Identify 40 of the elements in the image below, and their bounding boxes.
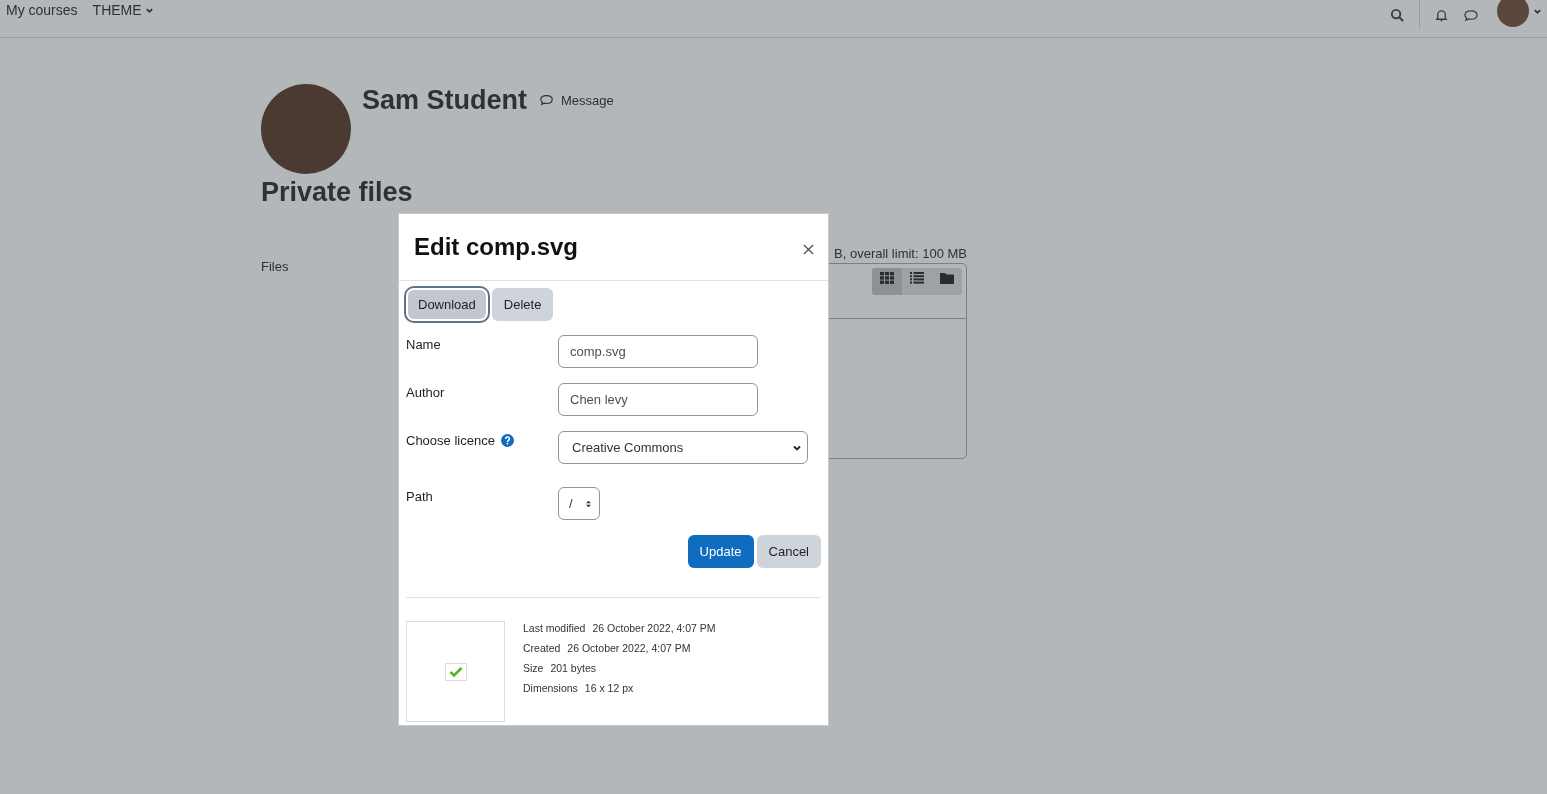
folder-icon [940, 272, 954, 284]
view-grid-button[interactable] [872, 268, 902, 295]
user-name: Sam Student [362, 84, 528, 116]
detail-value: 201 bytes [550, 661, 596, 675]
field-label: Choose licence [406, 433, 495, 448]
speech-bubble-icon[interactable] [1463, 7, 1479, 23]
path-selector[interactable]: / [558, 487, 600, 520]
text-field[interactable]: comp.svg [558, 335, 758, 368]
nav-link[interactable]: THEME [92, 2, 154, 18]
dialog-button[interactable]: Update [687, 535, 754, 568]
detail-label: Dimensions [523, 681, 578, 695]
files-label: Files [261, 259, 290, 276]
licence-dropdown[interactable]: Creative Commons [558, 431, 808, 464]
text-field[interactable]: Chen levy [558, 383, 758, 416]
detail-value: 16 x 12 px [584, 681, 634, 695]
field-label: Path [406, 489, 433, 504]
up-down-arrows-icon [585, 498, 592, 509]
detail-label: Size [523, 661, 544, 675]
dialog-title: Edit comp.svg [414, 233, 579, 261]
grid-icon [880, 272, 894, 284]
message-link[interactable]: Message [539, 92, 614, 108]
detail-label: Last modified [523, 621, 586, 635]
speech-bubble-icon [539, 93, 555, 107]
field-label: Name [406, 337, 441, 352]
checkmark-icon [444, 662, 467, 681]
list-icon [910, 272, 924, 284]
file-limit-text: B, overall limit: 100 MB [834, 246, 967, 261]
detail-label: Created [523, 641, 561, 655]
user-avatar[interactable] [1497, 0, 1529, 27]
bell-icon[interactable] [1434, 7, 1449, 23]
close-icon[interactable] [803, 243, 814, 255]
page-title: Private files [261, 177, 414, 208]
detail-value: 26 October 2022, 4:07 PM [567, 641, 691, 655]
help-icon[interactable] [500, 434, 514, 447]
detail-value: 26 October 2022, 4:07 PM [592, 621, 716, 635]
nav-link[interactable]: My courses [6, 2, 78, 18]
field-label: Author [406, 385, 445, 400]
dialog-button[interactable]: Cancel [756, 535, 821, 568]
action-button[interactable]: Delete [491, 288, 554, 321]
search-icon[interactable] [1390, 7, 1405, 23]
